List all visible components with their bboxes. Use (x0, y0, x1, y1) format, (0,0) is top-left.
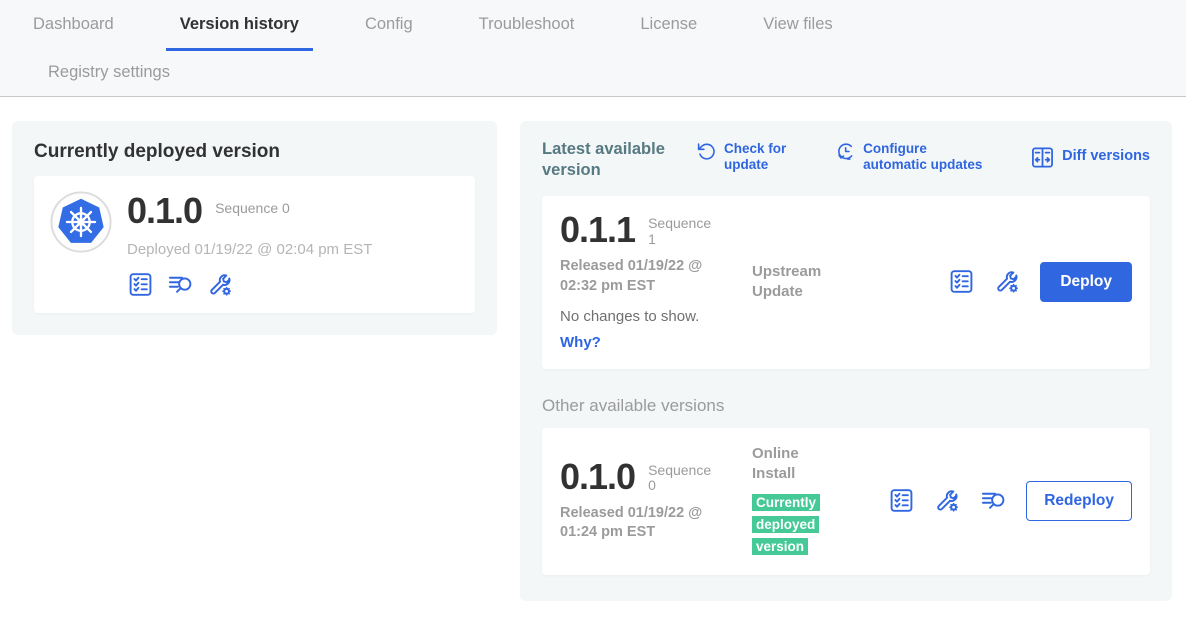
other-sequence-label: Sequence 0 (648, 459, 716, 494)
currently-deployed-badge: Currently deployed version (752, 492, 826, 557)
nav-row-primary: Dashboard Version history Config Trouble… (0, 0, 1186, 51)
other-card-actions: Redeploy (888, 481, 1132, 521)
latest-source-label: Upstream Update (752, 262, 864, 301)
tab-view-files[interactable]: View files (749, 0, 846, 51)
latest-sequence-label: Sequence 1 (648, 212, 716, 247)
nav-row-secondary: Registry settings (0, 51, 1186, 96)
kubernetes-logo-icon (50, 191, 112, 253)
tab-dashboard[interactable]: Dashboard (19, 0, 128, 51)
latest-card-left: 0.1.1 Sequence 1 Released 01/19/22 @ 02:… (560, 212, 752, 351)
why-link[interactable]: Why? (560, 334, 752, 351)
deployed-card-actions (127, 271, 372, 298)
deployed-card-body: 0.1.0 Sequence 0 Deployed 01/19/22 @ 02:… (127, 191, 372, 298)
tab-troubleshoot[interactable]: Troubleshoot (465, 0, 589, 51)
currently-deployed-title: Currently deployed version (34, 141, 475, 163)
configure-automatic-updates-label: Configure automatic updates (863, 141, 991, 173)
other-card-row: 0.1.0 Sequence 0 Released 01/19/22 @ 01:… (560, 444, 1132, 557)
preflight-checklist-icon[interactable] (948, 268, 975, 295)
configure-automatic-updates-link[interactable]: Configure automatic updates (835, 141, 991, 173)
other-versions-title: Other available versions (542, 396, 1150, 416)
diff-icon (1030, 145, 1055, 170)
diff-versions-label: Diff versions (1062, 148, 1150, 165)
refresh-icon (696, 141, 717, 162)
deployed-sequence-label: Sequence 0 (215, 193, 290, 216)
tab-license[interactable]: License (626, 0, 711, 51)
view-logs-icon[interactable] (980, 487, 1007, 514)
currently-deployed-badge-text: Currently deployed version (752, 494, 820, 554)
version-actions: Check for update Configure automatic upd… (696, 139, 1150, 173)
edit-config-icon[interactable] (934, 487, 961, 514)
edit-config-icon[interactable] (994, 268, 1021, 295)
available-versions-panel: Latest available version Check for updat… (520, 121, 1172, 601)
deployed-version-number: 0.1.0 (127, 193, 202, 229)
view-logs-icon[interactable] (167, 271, 194, 298)
deployed-version-row: 0.1.0 Sequence 0 (127, 193, 372, 229)
check-for-update-link[interactable]: Check for update (696, 141, 796, 173)
other-version-row: 0.1.0 Sequence 0 (560, 459, 752, 495)
latest-card-row: 0.1.1 Sequence 1 Released 01/19/22 @ 02:… (560, 212, 1132, 351)
preflight-checklist-icon[interactable] (127, 271, 154, 298)
top-navbar: Dashboard Version history Config Trouble… (0, 0, 1186, 97)
latest-version-number: 0.1.1 (560, 212, 635, 248)
deployed-version-card: 0.1.0 Sequence 0 Deployed 01/19/22 @ 02:… (34, 176, 475, 313)
edit-config-icon[interactable] (207, 271, 234, 298)
deployed-timestamp: Deployed 01/19/22 @ 02:04 pm EST (127, 241, 372, 258)
redeploy-button[interactable]: Redeploy (1026, 481, 1132, 521)
deploy-button[interactable]: Deploy (1040, 262, 1132, 302)
other-source-column: Online Install Currently deployed versio… (752, 444, 864, 557)
other-source-label: Online Install (752, 444, 832, 483)
preflight-checklist-icon[interactable] (888, 487, 915, 514)
latest-version-row: 0.1.1 Sequence 1 (560, 212, 752, 248)
main-content: Currently deployed version 0.1.0 Sequenc… (0, 97, 1186, 601)
tab-config[interactable]: Config (351, 0, 427, 51)
latest-version-header: Latest available version Check for updat… (542, 139, 1150, 180)
latest-card-actions: Deploy (948, 262, 1132, 302)
other-version-card: 0.1.0 Sequence 0 Released 01/19/22 @ 01:… (542, 428, 1150, 575)
latest-version-card: 0.1.1 Sequence 1 Released 01/19/22 @ 02:… (542, 196, 1150, 369)
other-released-timestamp: Released 01/19/22 @ 01:24 pm EST (560, 504, 732, 543)
other-card-left: 0.1.0 Sequence 0 Released 01/19/22 @ 01:… (560, 459, 752, 543)
check-for-update-label: Check for update (724, 141, 796, 173)
latest-version-title: Latest available version (542, 139, 690, 180)
tab-registry-settings[interactable]: Registry settings (34, 63, 184, 85)
latest-released-timestamp: Released 01/19/22 @ 02:32 pm EST (560, 257, 732, 296)
diff-versions-link[interactable]: Diff versions (1030, 141, 1150, 173)
currently-deployed-panel: Currently deployed version 0.1.0 Sequenc… (12, 121, 497, 335)
latest-changes-text: No changes to show. (560, 308, 752, 325)
other-version-number: 0.1.0 (560, 459, 635, 495)
update-schedule-icon (835, 141, 856, 162)
tab-version-history[interactable]: Version history (166, 0, 313, 51)
